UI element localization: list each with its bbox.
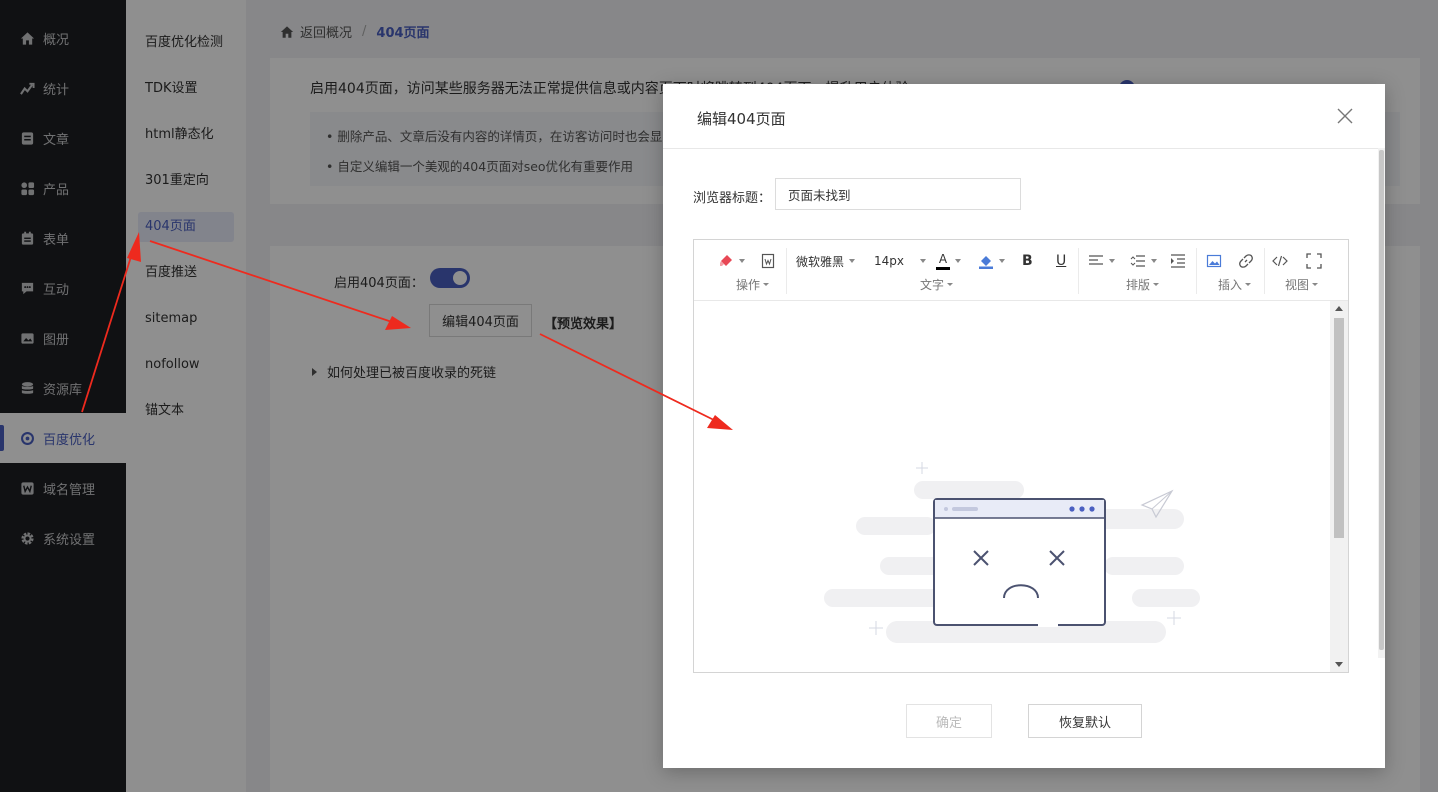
toolbar-group-operations[interactable]: 操作 <box>736 276 770 293</box>
chevron-down-icon <box>849 259 856 263</box>
insert-image-button[interactable] <box>1206 250 1222 272</box>
code-icon <box>1272 255 1288 267</box>
scroll-up-icon[interactable] <box>1335 306 1343 311</box>
indent-icon <box>1171 254 1185 268</box>
toolbar-separator <box>786 248 787 294</box>
toolbar-separator <box>1196 248 1197 294</box>
rich-text-editor: 微软雅黑 14px A B U 操作 文字 排版 插入 视图 <box>693 239 1349 673</box>
group-label: 操作 <box>736 278 761 292</box>
fullscreen-icon <box>1306 253 1322 269</box>
font-size-select[interactable]: 14px <box>874 250 926 272</box>
image-icon <box>1206 254 1222 268</box>
reset-default-button[interactable]: 恢复默认 <box>1028 704 1142 738</box>
line-height-button[interactable] <box>1130 250 1157 272</box>
font-size-value: 14px <box>874 254 904 268</box>
chevron-down-icon <box>1312 283 1319 286</box>
scroll-thumb[interactable] <box>1334 318 1344 538</box>
source-code-button[interactable] <box>1272 250 1288 272</box>
chevron-down-icon <box>1151 259 1157 263</box>
group-label: 视图 <box>1285 278 1310 292</box>
align-left-icon <box>1089 255 1103 265</box>
toolbar-separator <box>1078 248 1079 294</box>
close-icon[interactable] <box>1335 106 1355 126</box>
modal-title: 编辑404页面 <box>697 110 786 128</box>
scroll-thumb[interactable] <box>1379 150 1384 650</box>
chevron-down-icon <box>739 259 745 263</box>
toolbar-separator <box>1264 248 1265 294</box>
paint-bucket-icon <box>979 256 993 269</box>
browser-title-input[interactable] <box>775 178 1021 210</box>
font-color-glyph: A <box>936 252 950 270</box>
chevron-down-icon <box>947 283 954 286</box>
modal-divider <box>663 148 1385 149</box>
link-icon <box>1239 254 1253 268</box>
chevron-down-icon <box>1153 283 1160 286</box>
fullscreen-button[interactable] <box>1306 250 1322 272</box>
chevron-down-icon <box>920 259 926 263</box>
toolbar-group-text[interactable]: 文字 <box>920 276 954 293</box>
chevron-down-icon <box>1245 283 1252 286</box>
edit-404-modal: 编辑404页面 浏览器标题： 微软雅黑 14px A <box>663 84 1385 768</box>
insert-link-button[interactable] <box>1238 250 1254 272</box>
toolbar-group-insert[interactable]: 插入 <box>1218 276 1252 293</box>
chevron-down-icon <box>1109 259 1115 263</box>
chevron-down-icon <box>999 259 1005 263</box>
confirm-button[interactable]: 确定 <box>906 704 992 738</box>
font-family-select[interactable]: 微软雅黑 <box>796 250 856 272</box>
group-label: 插入 <box>1218 278 1243 292</box>
toolbar-group-layout[interactable]: 排版 <box>1126 276 1160 293</box>
bold-button[interactable]: B <box>1022 250 1033 272</box>
underline-button[interactable]: U <box>1056 250 1066 272</box>
font-color-button[interactable]: A <box>936 250 961 272</box>
indent-button[interactable] <box>1170 250 1186 272</box>
modal-scrollbar[interactable] <box>1378 148 1385 658</box>
word-import-button[interactable] <box>760 250 776 272</box>
line-height-icon <box>1130 255 1145 267</box>
toolbar-group-view[interactable]: 视图 <box>1285 276 1319 293</box>
chevron-down-icon <box>763 283 770 286</box>
document-icon <box>761 253 775 269</box>
font-family-value: 微软雅黑 <box>796 254 845 269</box>
eraser-icon <box>720 255 732 266</box>
group-label: 文字 <box>920 278 945 292</box>
sad-browser-illustration <box>824 462 1200 643</box>
scroll-down-icon[interactable] <box>1335 662 1343 667</box>
editor-content-area[interactable] <box>694 301 1348 672</box>
chevron-down-icon <box>955 259 961 263</box>
eraser-button[interactable] <box>718 250 745 272</box>
align-button[interactable] <box>1088 250 1115 272</box>
editor-scrollbar[interactable] <box>1330 301 1348 672</box>
editor-toolbar: 微软雅黑 14px A B U 操作 文字 排版 插入 视图 <box>694 240 1348 301</box>
browser-title-label: 浏览器标题： <box>693 191 772 206</box>
group-label: 排版 <box>1126 278 1151 292</box>
background-color-button[interactable] <box>978 250 1005 272</box>
